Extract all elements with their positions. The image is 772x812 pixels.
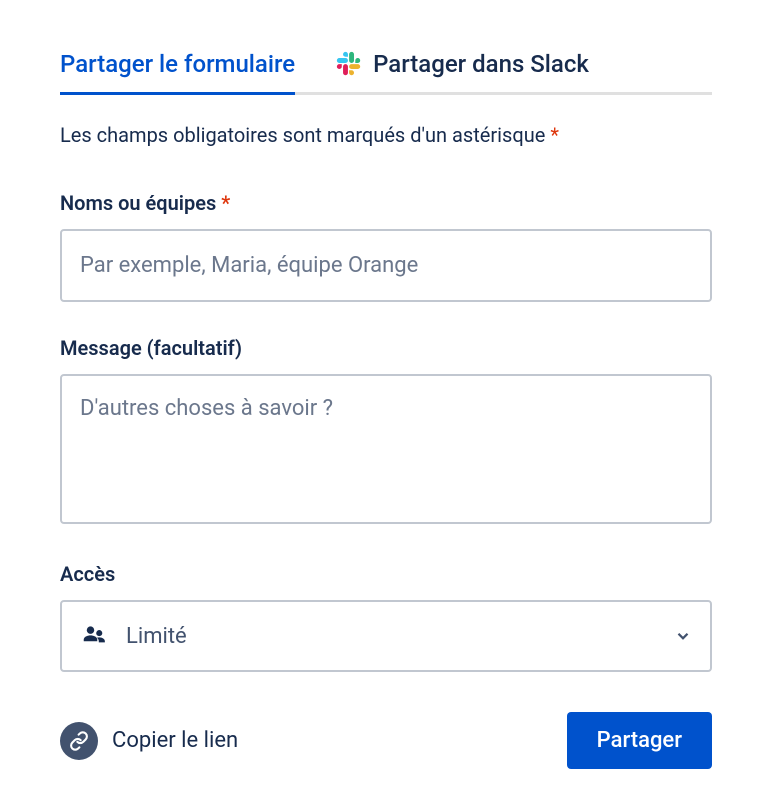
field-message: Message (facultatif)	[60, 336, 712, 528]
slack-icon	[335, 50, 363, 78]
asterisk-icon: *	[221, 191, 230, 215]
message-textarea[interactable]	[60, 374, 712, 524]
tab-share-slack-label: Partager dans Slack	[373, 50, 589, 78]
chevron-down-icon	[674, 627, 692, 645]
link-icon	[69, 731, 89, 751]
tab-share-form[interactable]: Partager le formulaire	[60, 50, 295, 92]
copy-link-label: Copier le lien	[112, 728, 238, 753]
field-names: Noms ou équipes *	[60, 191, 712, 302]
tab-share-slack[interactable]: Partager dans Slack	[335, 50, 589, 92]
people-icon	[80, 622, 108, 650]
copy-link-button[interactable]: Copier le lien	[60, 722, 238, 760]
field-names-label: Noms ou équipes *	[60, 191, 712, 215]
access-value: Limité	[126, 624, 656, 649]
field-access: Accès Limité	[60, 562, 712, 672]
tabs-container: Partager le formulaire Partager dans Sla…	[60, 50, 712, 95]
field-message-label: Message (facultatif)	[60, 336, 712, 360]
names-input[interactable]	[60, 229, 712, 302]
field-access-label: Accès	[60, 562, 712, 586]
footer: Copier le lien Partager	[60, 712, 712, 769]
asterisk-icon: *	[550, 123, 559, 147]
link-icon-circle	[60, 722, 98, 760]
access-select[interactable]: Limité	[60, 600, 712, 672]
share-button[interactable]: Partager	[567, 712, 712, 769]
helper-text: Les champs obligatoires sont marqués d'u…	[60, 123, 712, 147]
tab-share-form-label: Partager le formulaire	[60, 50, 295, 78]
